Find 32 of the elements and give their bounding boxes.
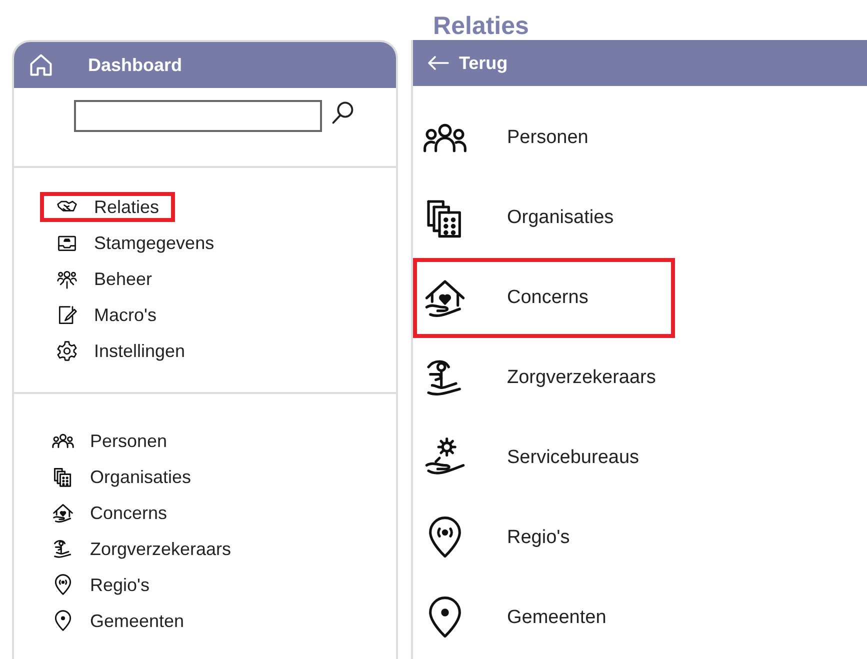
people-network-icon	[56, 268, 78, 290]
list-item[interactable]: Concerns	[413, 258, 675, 338]
map-pin-icon	[52, 610, 74, 632]
search-field[interactable]	[74, 100, 322, 132]
menu-item[interactable]: Instellingen	[40, 336, 202, 366]
menu-item[interactable]: Macro's	[40, 300, 172, 330]
panel-title: Dashboard	[88, 54, 182, 76]
menu-item[interactable]: Regio's	[52, 570, 396, 600]
menu-item[interactable]: Organisaties	[52, 462, 396, 492]
list-item[interactable]: Zorgverzekeraars	[413, 338, 675, 418]
buildings-icon	[52, 466, 74, 488]
list-item[interactable]: Personen	[413, 98, 675, 178]
list-item[interactable]: Organisaties	[413, 178, 675, 258]
map-pin-signal-icon	[52, 574, 74, 596]
page-title: Relaties	[432, 11, 530, 40]
house-heart-icon	[52, 502, 74, 524]
list-item[interactable]: Gemeenten	[413, 578, 675, 658]
menu-item[interactable]: Relaties	[40, 192, 176, 222]
list-item[interactable]: Servicebureaus	[413, 418, 675, 498]
menu-item[interactable]: Concerns	[52, 498, 396, 528]
menu-item[interactable]: Personen	[52, 426, 396, 456]
back-link[interactable]: Terug	[427, 52, 508, 74]
home-icon[interactable]	[28, 52, 54, 78]
search-icon[interactable]	[330, 100, 356, 126]
gear-icon	[56, 340, 78, 362]
menu-item[interactable]: Zorgverzekeraars	[52, 534, 396, 564]
menu-item[interactable]: Stamgegevens	[40, 228, 230, 258]
list-item[interactable]: Regio's	[413, 498, 675, 578]
arrow-left-icon	[427, 55, 449, 71]
document-pencil-icon	[56, 304, 78, 326]
menu-item[interactable]: Gemeenten	[52, 606, 396, 636]
menu-item[interactable]: Beheer	[40, 264, 168, 294]
